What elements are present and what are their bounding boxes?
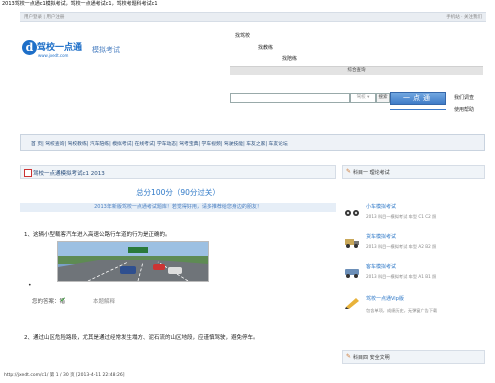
sidebar-head-text: 科目四 安全文明 <box>353 355 390 361</box>
sidebar-head-text: 科目一 理论考试 <box>353 170 390 176</box>
exam-title: 驾校一点通模拟考试c1 2013 <box>33 171 105 177</box>
search-underline <box>390 109 446 110</box>
nav-find-trainer[interactable]: 找陪练 <box>282 55 297 62</box>
browser-title: 2013驾校一点通c1模拟考试，驾校一点通考试c1，驾校考题科考试c1 <box>2 1 158 7</box>
search-submit-small[interactable]: 搜索 <box>376 93 390 103</box>
sidebar-item-vip[interactable]: 驾校一点通Vip版 <box>366 295 404 302</box>
pencil-icon: ✎ <box>346 353 352 360</box>
sidebar-item-desc: 2013 科目一模拟考试 车型 A2 B2 照 <box>366 244 437 249</box>
top-bar: 用户登录 | 用户注册 手机站 · 关注我们 <box>20 12 486 22</box>
nav-bar-comprehensive-query[interactable]: 综合查询 <box>230 66 483 75</box>
question-1: 1、这辆小型载客汽车进入高速公路行车道的行为是正确的。 <box>24 232 171 238</box>
help-link[interactable]: 使用帮助 <box>454 106 474 113</box>
sidebar-item-desc: 2013 科目一模拟考试 车型 C1 C2 照 <box>366 214 437 219</box>
explanation-link[interactable]: 本题解释 <box>93 297 115 305</box>
truck-icon <box>345 239 359 248</box>
question-2: 2、通过山区危险路段，尤其是通过经常发生塌方、泥石流的山区地段，应谨慎驾驶，避免… <box>24 335 259 341</box>
logo-text: 驾校一点通 <box>37 43 83 53</box>
nav-find-school[interactable]: 找驾校 <box>235 32 250 39</box>
site-logo[interactable]: d 驾校一点通 www.jxedt.com <box>22 40 86 64</box>
search-button[interactable]: 一点通 <box>390 92 446 105</box>
sidebar-head-subject1: ✎ 科目一 理论考试 <box>342 165 485 179</box>
sidebar-item-truck-exam[interactable]: 货车模拟考试 <box>366 233 396 240</box>
page-footer: http://jxedt.com/c1/ 第 1 / 30 页 [2013-4-… <box>4 373 125 378</box>
category-links[interactable]: 首 页| 驾校查询| 驾校教练| 汽车陪练| 模拟考试| 在线考试| 学车动态|… <box>31 140 288 147</box>
car-icon <box>345 210 359 216</box>
sidebar-item-desc: 包含单项，成绩历史，无弹窗广告下载 <box>366 308 438 313</box>
category-nav-bar: 首 页| 驾校查询| 驾校教练| 汽车陪练| 模拟考试| 在线考试| 学车动态|… <box>20 134 485 151</box>
survey-link[interactable]: 我们调查 <box>454 94 474 101</box>
bus-icon <box>345 269 359 278</box>
highway-scene-icon <box>58 242 208 281</box>
exam-title-bar: 驾校一点通模拟考试c1 2013 <box>20 165 336 179</box>
sidebar-item-car-exam[interactable]: 小车模拟考试 <box>366 203 396 210</box>
login-register-links[interactable]: 用户登录 | 用户注册 <box>24 14 64 20</box>
nav-find-coach[interactable]: 找教练 <box>258 44 273 51</box>
vip-pencil-icon <box>345 298 359 309</box>
logo-url: www.jxedt.com <box>38 53 69 58</box>
pencil-icon: ✎ <box>346 168 352 175</box>
search-input[interactable] <box>230 93 350 103</box>
sidebar-item-desc: 2013 科目一模拟考试 车型 A1 B1 照 <box>366 274 437 279</box>
check-icon: ✔ <box>60 296 66 304</box>
bullet: • <box>28 282 32 289</box>
sidebar-head-subject4: ✎ 科目四 安全文明 <box>342 350 485 364</box>
exam-panel: 驾校一点通模拟考试c1 2013 总分100分（90分过关） 2013年新版驾校… <box>20 165 336 370</box>
mobile-follow-links[interactable]: 手机站 · 关注我们 <box>446 14 482 20</box>
nav-bar-label: 综合查询 <box>347 68 366 73</box>
question-1-image <box>57 241 209 282</box>
logo-mark-icon: d <box>22 40 37 55</box>
sidebar-item-bus-exam[interactable]: 客车模拟考试 <box>366 263 396 270</box>
search-category-select[interactable]: 驾校 ▾ <box>350 93 376 103</box>
sidebar: ✎ 科目一 理论考试 小车模拟考试 2013 科目一模拟考试 车型 C1 C2 … <box>342 165 485 370</box>
promo-banner: 2013年新版驾校一点通考试题库！若觉得好用，请多推荐给您身边的朋友！ <box>20 203 336 212</box>
score-info: 总分100分（90分过关） <box>136 188 220 197</box>
site-section-name: 模拟考试 <box>92 46 120 54</box>
checkbox-icon[interactable] <box>24 169 32 177</box>
